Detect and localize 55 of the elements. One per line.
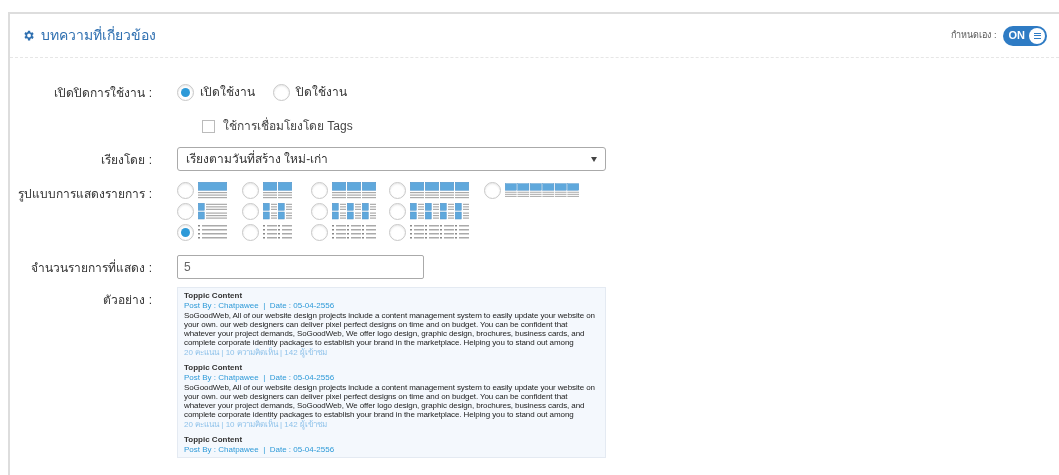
- checkbox-label: ใช้การเชื่อมโยงโดย Tags: [223, 117, 353, 135]
- count-input[interactable]: 5: [177, 255, 424, 279]
- checkbox[interactable]: [202, 119, 215, 133]
- radio-button[interactable]: [242, 203, 259, 220]
- dropdown-caret-icon: [591, 156, 597, 162]
- field-label: ตัวอย่าง :: [103, 293, 152, 307]
- custom-label: กำหนดเอง :: [951, 28, 997, 42]
- radio-button[interactable]: [311, 182, 328, 199]
- article-excerpt: SoGoodWeb, All of our website design projects include a content management system to easily update your website on your own. our web designers can deliver pixel perfect designs on time and on budget. You can be confident that whatever your project demands, SoGoodWeb, We offer logo design, graphic design, brochures, business cards, and complete corporate identity packages to establish your brand in the marketplace. Helping you to stand out among: [184, 383, 596, 419]
- layout-icon: [332, 224, 376, 241]
- radio-button[interactable]: [311, 224, 328, 241]
- article-title: Toppic Content: [184, 363, 244, 373]
- radio-button[interactable]: [389, 203, 406, 220]
- article-title: Toppic Content: [184, 291, 244, 301]
- layout-icon: [263, 203, 292, 220]
- radio-button[interactable]: [484, 182, 501, 199]
- radio-button[interactable]: [242, 182, 259, 199]
- article-meta: Post By : Chatpawee | Date : 05-04-2556: [184, 301, 336, 311]
- radio-button[interactable]: [177, 182, 194, 199]
- layout-icon: [410, 182, 469, 199]
- radio-button[interactable]: [273, 83, 290, 101]
- radio-button[interactable]: [389, 224, 406, 241]
- layout-icon: [198, 182, 227, 199]
- field-label: เปิดปิดการใช้งาน :: [54, 86, 152, 100]
- layout-icon: [263, 224, 292, 241]
- layout-icon: [198, 203, 227, 220]
- radio-button[interactable]: [177, 224, 194, 241]
- field-label: เรียงโดย :: [101, 153, 152, 167]
- article-meta: Post By : Chatpawee | Date : 05-04-2556: [184, 373, 336, 383]
- layout-icon: [198, 224, 227, 241]
- layout-icon: [505, 182, 579, 199]
- sort-select[interactable]: เรียงตามวันที่สร้าง ใหม่-เก่า: [177, 147, 606, 171]
- layout-icon: [332, 182, 376, 199]
- article-title: Toppic Content: [184, 435, 244, 445]
- article-stats: 20 คะแนน | 10 ความคิดเห็น | 142 ผู้เข้าชม: [184, 420, 328, 430]
- radio-button[interactable]: [242, 224, 259, 241]
- field-label: รูปแบบการแสดงรายการ :: [18, 187, 152, 201]
- radio-button[interactable]: [177, 83, 194, 101]
- layout-icon: [332, 203, 376, 220]
- settings-icon: [22, 29, 35, 42]
- radio-label: ปิดใช้งาน: [296, 84, 347, 101]
- article-excerpt: SoGoodWeb, All of our website design projects include a content management system to easily update your website on your own. our web designers can deliver pixel perfect designs on time and on budget. You can be confident that whatever your project demands, SoGoodWeb, We offer logo design, graphic design, brochures, business cards, and complete corporate identity packages to establish your brand in the marketplace. Helping you to stand out among: [184, 311, 596, 347]
- panel-title: บทความที่เกี่ยวข้อง: [41, 25, 156, 45]
- toggle-knob-icon: [1029, 27, 1045, 44]
- toggle-switch[interactable]: ON: [1002, 25, 1047, 46]
- field-label: จำนวนรายการที่แสดง :: [31, 260, 152, 275]
- radio-button[interactable]: [311, 203, 328, 220]
- layout-icon: [263, 182, 292, 199]
- radio-button[interactable]: [389, 182, 406, 199]
- article-stats: 20 คะแนน | 10 ความคิดเห็น | 142 ผู้เข้าชม: [184, 348, 328, 358]
- radio-button[interactable]: [177, 203, 194, 220]
- radio-label: เปิดใช้งาน: [200, 84, 255, 101]
- layout-icon: [410, 224, 469, 241]
- article-meta: Post By : Chatpawee | Date : 05-04-2556: [184, 445, 336, 455]
- layout-icon: [410, 203, 469, 220]
